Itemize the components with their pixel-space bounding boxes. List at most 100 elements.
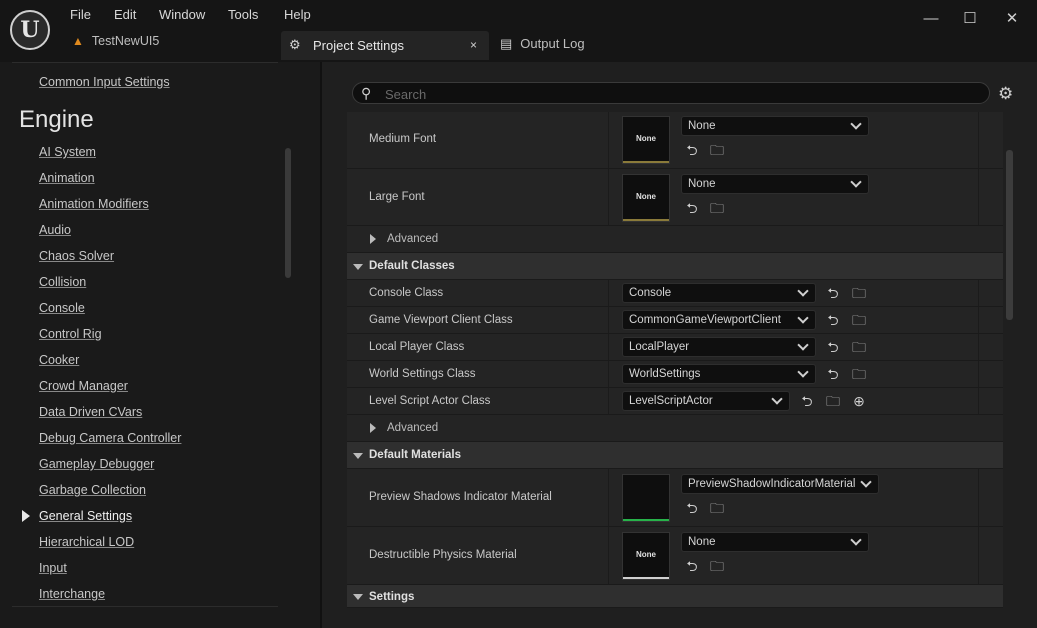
menu-edit[interactable]: Edit (114, 7, 136, 22)
column-divider (978, 334, 979, 360)
use-selected-icon[interactable]: ⮌ (684, 200, 700, 216)
combo-value: PreviewShadowIndicatorMaterial (688, 478, 856, 490)
property-label: Destructible Physics Material (369, 549, 517, 561)
search-input[interactable] (383, 85, 977, 103)
column-divider (978, 388, 979, 414)
asset-combo[interactable]: None (681, 532, 869, 552)
menu-window[interactable]: Window (159, 7, 205, 22)
section-title-engine: Engine (19, 106, 94, 133)
use-selected-icon[interactable]: ⮌ (684, 142, 700, 158)
use-selected-icon[interactable]: ⮌ (684, 500, 700, 516)
asset-combo[interactable]: None (681, 116, 869, 136)
gear-icon[interactable]: ⚙ (998, 84, 1013, 104)
menu-tools[interactable]: Tools (228, 7, 258, 22)
sidebar-item[interactable]: Animation (39, 171, 95, 185)
property-row-console-class: Console Class Console ⮌ 🗀 (347, 280, 1003, 307)
browse-folder-icon[interactable]: 🗀 (709, 200, 725, 216)
sidebar-item[interactable]: Input (39, 561, 67, 575)
sidebar-item[interactable]: Collision (39, 275, 86, 289)
class-combo[interactable]: Console (622, 283, 816, 303)
sidebar-item[interactable]: AI System (39, 145, 96, 159)
sidebar-item[interactable]: Audio (39, 223, 71, 237)
unreal-logo-icon[interactable]: U (10, 10, 50, 50)
use-selected-icon[interactable]: ⮌ (825, 366, 841, 382)
sidebar-item[interactable]: Interchange (39, 587, 105, 601)
tab-label: Output Log (520, 36, 585, 51)
add-new-icon[interactable]: ⊕ (851, 393, 867, 409)
browse-folder-icon[interactable]: 🗀 (825, 393, 841, 409)
sidebar-item-common-input[interactable]: Common Input Settings (39, 75, 170, 89)
sidebar-scrollbar[interactable] (285, 148, 291, 278)
browse-folder-icon[interactable]: 🗀 (851, 366, 867, 382)
use-selected-icon[interactable]: ⮌ (825, 312, 841, 328)
column-divider (608, 469, 609, 526)
property-row-destructible: Destructible Physics Material None None … (347, 527, 1003, 585)
sidebar-item[interactable]: Debug Camera Controller (39, 431, 181, 445)
sidebar-item[interactable]: Control Rig (39, 327, 102, 341)
column-divider (978, 469, 979, 526)
minimize-button[interactable]: — (916, 8, 946, 30)
browse-folder-icon[interactable]: 🗀 (709, 500, 725, 516)
property-row-preview-shadows: Preview Shadows Indicator Material Previ… (347, 469, 1003, 527)
property-label: Medium Font (369, 133, 437, 145)
thumbnail-bar (623, 577, 669, 579)
thumbnail-label: None (636, 192, 656, 201)
sidebar-item[interactable]: Hierarchical LOD (39, 535, 134, 549)
use-selected-icon[interactable]: ⮌ (799, 393, 815, 409)
sidebar-item-general-settings[interactable]: General Settings (39, 509, 132, 523)
class-combo[interactable]: LevelScriptActor (622, 391, 790, 411)
browse-folder-icon[interactable]: 🗀 (709, 558, 725, 574)
sidebar-item[interactable]: Console (39, 301, 85, 315)
browse-folder-icon[interactable]: 🗀 (851, 339, 867, 355)
search-icon: ⚲ (361, 85, 372, 101)
sidebar-item[interactable]: Garbage Collection (39, 483, 146, 497)
tab-output-log[interactable]: ▤ Output Log (500, 36, 585, 58)
category-default-materials[interactable]: Default Materials (347, 442, 1003, 469)
material-thumbnail[interactable]: None (622, 532, 670, 580)
browse-folder-icon[interactable]: 🗀 (709, 142, 725, 158)
search-box[interactable]: ⚲ (352, 82, 990, 104)
chevron-down-icon (850, 534, 862, 546)
menu-help[interactable]: Help (284, 7, 311, 22)
font-thumbnail[interactable]: None (622, 174, 670, 222)
collapse-arrow-icon (353, 594, 363, 600)
use-selected-icon[interactable]: ⮌ (684, 558, 700, 574)
advanced-row[interactable]: Advanced (347, 226, 1003, 253)
property-label: Game Viewport Client Class (369, 314, 513, 326)
sidebar-item[interactable]: Gameplay Debugger (39, 457, 154, 471)
asset-combo[interactable]: None (681, 174, 869, 194)
material-thumbnail[interactable] (622, 474, 670, 522)
category-settings[interactable]: Settings (347, 585, 1003, 608)
advanced-row[interactable]: Advanced (347, 415, 1003, 442)
asset-combo[interactable]: PreviewShadowIndicatorMaterial (681, 474, 879, 494)
combo-value: LocalPlayer (629, 341, 690, 353)
category-default-classes[interactable]: Default Classes (347, 253, 1003, 280)
sidebar-item[interactable]: Data Driven CVars (39, 405, 142, 419)
tab-project-settings[interactable]: ⚙ Project Settings × (281, 31, 489, 60)
close-tab-icon[interactable]: × (470, 38, 477, 52)
sidebar-item[interactable]: Crowd Manager (39, 379, 128, 393)
maximize-button[interactable]: ☐ (955, 8, 985, 30)
project-tab[interactable]: ▲ TestNewUI5 (72, 34, 159, 56)
settings-cubes-icon: ⚙ (289, 37, 301, 52)
sidebar-item[interactable]: Chaos Solver (39, 249, 114, 263)
use-selected-icon[interactable]: ⮌ (825, 285, 841, 301)
thumbnail-bar (623, 519, 669, 521)
details-view: Medium Font None None ⮌ 🗀 Large Font Non… (347, 112, 1003, 608)
thumbnail-label: None (636, 134, 656, 143)
sidebar-item[interactable]: Cooker (39, 353, 79, 367)
column-divider (608, 280, 609, 306)
tab-label: Project Settings (313, 38, 405, 53)
class-combo[interactable]: LocalPlayer (622, 337, 816, 357)
browse-folder-icon[interactable]: 🗀 (851, 312, 867, 328)
menu-file[interactable]: File (70, 7, 91, 22)
details-scrollbar[interactable] (1006, 150, 1013, 320)
sidebar-item[interactable]: Animation Modifiers (39, 197, 149, 211)
class-combo[interactable]: WorldSettings (622, 364, 816, 384)
use-selected-icon[interactable]: ⮌ (825, 339, 841, 355)
property-row-medium-font: Medium Font None None ⮌ 🗀 (347, 112, 1003, 169)
browse-folder-icon[interactable]: 🗀 (851, 285, 867, 301)
font-thumbnail[interactable]: None (622, 116, 670, 164)
class-combo[interactable]: CommonGameViewportClient (622, 310, 816, 330)
close-window-button[interactable]: ✕ (997, 8, 1027, 30)
